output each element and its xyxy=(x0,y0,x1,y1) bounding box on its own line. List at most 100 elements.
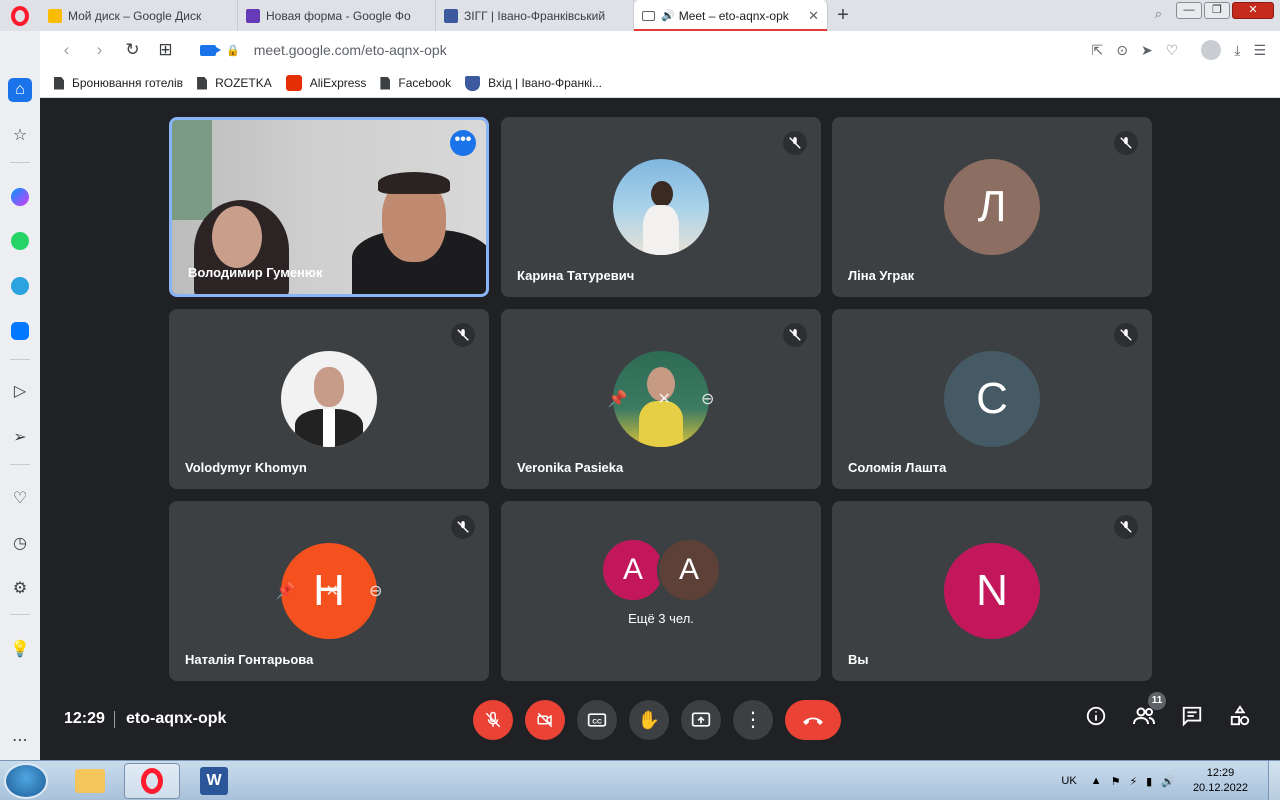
participant-tile[interactable]: С Соломія Лашта xyxy=(832,309,1152,489)
camera-in-use-icon[interactable] xyxy=(200,44,221,56)
taskbar-explorer[interactable] xyxy=(62,763,118,799)
settings-gear-icon[interactable]: ⚙ xyxy=(8,576,32,600)
participant-tile[interactable]: 📌 ✕ ⊖ Veronika Pasieka xyxy=(501,309,821,489)
bookmark-item[interactable]: Вхід | Івано-Франкі... xyxy=(465,75,603,91)
camera-toggle-button[interactable] xyxy=(525,700,565,740)
forward-button[interactable]: › xyxy=(83,40,116,60)
leave-call-button[interactable] xyxy=(785,700,841,740)
flow-send-icon[interactable]: ➢ xyxy=(8,425,32,449)
side-panel-controls: 11 xyxy=(1084,692,1252,728)
camera-off-icon xyxy=(537,712,553,728)
raise-hand-button[interactable]: ✋ xyxy=(629,700,669,740)
sidebar-divider xyxy=(10,162,30,163)
participant-tile[interactable]: Н 📌 ✕ ⊖ Наталія Гонтарьова xyxy=(169,501,489,681)
mute-participant-icon[interactable]: ✕ xyxy=(326,581,339,601)
participant-name: Соломія Лашта xyxy=(848,460,947,475)
remove-participant-icon[interactable]: ⊖ xyxy=(369,581,382,601)
taskbar-word[interactable]: W xyxy=(186,763,242,799)
pin-icon[interactable]: 📌 xyxy=(276,581,296,601)
action-center-flag-icon[interactable]: ⚑ xyxy=(1111,775,1121,788)
google-drive-icon xyxy=(48,8,62,23)
bookmark-label: ROZETKA xyxy=(215,76,272,90)
opera-sidebar: ⌂ ☆ ▷ ➢ ♡ ◷ ⚙ 💡 ⋯ xyxy=(0,31,40,760)
remove-participant-icon[interactable]: ⊖ xyxy=(701,389,714,409)
bookmark-label: Вхід | Івано-Франкі... xyxy=(488,76,603,90)
mic-off-icon xyxy=(1114,515,1138,539)
more-dots-icon[interactable]: ⋯ xyxy=(8,728,32,752)
more-options-icon[interactable]: ••• xyxy=(450,130,476,156)
activities-icon xyxy=(1230,705,1250,726)
start-button[interactable] xyxy=(4,763,48,799)
opera-icon xyxy=(141,768,163,794)
power-icon[interactable]: ⚡ xyxy=(1129,775,1137,788)
maximize-button[interactable]: ❐ xyxy=(1204,2,1230,19)
language-indicator[interactable]: UK xyxy=(1061,775,1076,787)
show-desktop-button[interactable] xyxy=(1268,761,1280,800)
bookmark-item[interactable]: Бронювання готелів xyxy=(54,76,183,90)
url-text[interactable]: meet.google.com/eto-aqnx-opk xyxy=(254,42,447,58)
participant-tile[interactable]: ••• Володимир Гуменюк xyxy=(169,117,489,297)
reload-button[interactable]: ↻ xyxy=(116,40,149,60)
heart-icon[interactable]: ♡ xyxy=(8,486,32,510)
people-button[interactable]: 11 xyxy=(1132,692,1166,728)
profile-avatar[interactable] xyxy=(1201,40,1222,60)
self-tile[interactable]: N Вы xyxy=(832,501,1152,681)
snapshot-icon[interactable]: ⊙ xyxy=(1116,42,1128,59)
mic-toggle-button[interactable] xyxy=(473,700,513,740)
close-tab-icon[interactable]: ✕ xyxy=(808,8,819,24)
easy-menu-icon[interactable]: ☰ xyxy=(1253,42,1266,59)
taskbar-opera[interactable] xyxy=(124,763,180,799)
captions-button[interactable]: CC xyxy=(577,700,617,740)
participant-tile[interactable]: Л Ліна Уграк xyxy=(832,117,1152,297)
participant-tile[interactable]: Volodymyr Khomyn xyxy=(169,309,489,489)
tab-title: Meet – eto-aqnx-opk xyxy=(678,8,789,23)
history-clock-icon[interactable]: ◷ xyxy=(8,531,32,555)
tab-google-drive[interactable]: Мой диск – Google Диск xyxy=(40,0,238,31)
bookmark-item[interactable]: ROZETKA xyxy=(197,76,272,90)
back-button[interactable]: ‹ xyxy=(50,40,83,60)
chat-button[interactable] xyxy=(1180,704,1204,728)
heart-icon[interactable]: ♡ xyxy=(1166,42,1179,59)
participant-avatar: А xyxy=(657,538,721,602)
more-participants-tile[interactable]: А А Ещё 3 чел. xyxy=(501,501,821,681)
volume-icon[interactable]: 🔊 xyxy=(1161,775,1175,788)
mute-participant-icon[interactable]: ✕ xyxy=(658,389,671,409)
bookmark-label: Бронювання готелів xyxy=(72,76,184,90)
url-field[interactable]: 🔒 meet.google.com/eto-aqnx-opk xyxy=(200,42,447,58)
tab-title: Мой диск – Google Диск xyxy=(68,8,202,23)
speed-dial-grid-icon[interactable]: ⊞ xyxy=(149,40,182,60)
bookmark-item[interactable]: Facebook xyxy=(380,76,451,90)
network-signal-icon[interactable]: ▮ xyxy=(1146,775,1152,788)
activities-button[interactable] xyxy=(1228,704,1252,728)
vk-icon[interactable] xyxy=(8,319,32,343)
tab-zigg[interactable]: ЗІГГ | Івано-Франківський xyxy=(436,0,634,31)
easy-setup-icon[interactable]: ⇱ xyxy=(1091,42,1103,59)
more-options-button[interactable]: ⋮ xyxy=(733,700,773,740)
messenger-icon[interactable] xyxy=(8,185,32,209)
tab-title: ЗІГГ | Івано-Франківський xyxy=(464,8,606,23)
lock-icon[interactable]: 🔒 xyxy=(226,44,240,57)
telegram-icon[interactable] xyxy=(8,274,32,298)
new-tab-button[interactable]: + xyxy=(828,0,858,31)
show-hidden-icons-icon[interactable]: ▲ xyxy=(1091,775,1102,788)
taskbar-clock[interactable]: 12:29 20.12.2022 xyxy=(1193,766,1248,796)
lightbulb-icon[interactable]: 💡 xyxy=(8,637,32,661)
tab-meet[interactable]: 🔊 Meet – eto-aqnx-opk ✕ xyxy=(634,0,828,31)
star-icon[interactable]: ☆ xyxy=(8,123,32,147)
close-window-button[interactable]: ✕ xyxy=(1232,2,1274,19)
home-icon[interactable]: ⌂ xyxy=(8,78,32,102)
whatsapp-icon[interactable] xyxy=(8,229,32,253)
meeting-details-button[interactable] xyxy=(1084,704,1108,728)
send-icon[interactable]: ➤ xyxy=(1141,42,1153,59)
participant-name: Veronika Pasieka xyxy=(517,460,624,475)
downloads-icon[interactable]: ⤓ xyxy=(1234,42,1240,59)
pin-icon[interactable]: 📌 xyxy=(608,389,628,409)
opera-menu-button[interactable] xyxy=(0,0,40,31)
bookmark-item[interactable]: AliExpress xyxy=(285,75,366,91)
present-screen-button[interactable] xyxy=(681,700,721,740)
player-icon[interactable]: ▷ xyxy=(8,379,32,403)
participant-tile[interactable]: Карина Татуревич xyxy=(501,117,821,297)
tab-google-forms[interactable]: Новая форма - Google Фо xyxy=(238,0,436,31)
minimize-button[interactable]: — xyxy=(1176,2,1202,19)
tab-search-icon[interactable]: ⌕ xyxy=(1155,6,1162,22)
